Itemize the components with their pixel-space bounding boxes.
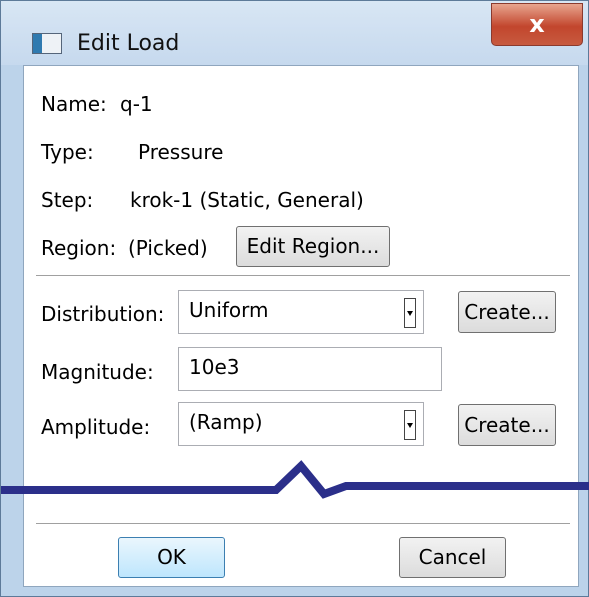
name-label: Name: — [41, 92, 107, 116]
edit-region-button[interactable]: Edit Region... — [236, 226, 390, 267]
close-button[interactable]: x — [491, 3, 583, 46]
amplitude-select[interactable]: (Ramp) — [178, 402, 424, 446]
amplitude-value: (Ramp) — [189, 410, 263, 434]
window-title: Edit Load — [77, 31, 180, 56]
region-label: Region: — [41, 236, 117, 260]
buttons-separator — [36, 523, 570, 524]
type-value: Pressure — [138, 140, 224, 164]
info-separator — [36, 275, 570, 276]
distribution-select[interactable]: Uniform — [178, 290, 424, 334]
amplitude-create-button[interactable]: Create... — [458, 404, 556, 446]
edit-load-dialog: Edit Load x Name: q-1 Type: Pressure Ste… — [0, 0, 589, 597]
step-label: Step: — [41, 188, 94, 212]
step-value: krok-1 (Static, General) — [130, 188, 364, 212]
magnitude-input[interactable]: 10e3 — [178, 347, 442, 391]
type-label: Type: — [41, 140, 94, 164]
distribution-label: Distribution: — [41, 302, 165, 326]
distribution-value: Uniform — [189, 298, 269, 322]
magnitude-value: 10e3 — [189, 355, 240, 379]
cancel-button[interactable]: Cancel — [399, 537, 506, 578]
amplitude-dropdown-arrow-icon[interactable] — [404, 410, 416, 440]
magnitude-label: Magnitude: — [41, 360, 154, 384]
ok-button[interactable]: OK — [118, 537, 225, 578]
app-window-icon — [32, 33, 62, 54]
region-value: (Picked) — [128, 236, 208, 260]
distribution-create-button[interactable]: Create... — [458, 291, 556, 333]
title-bar[interactable]: Edit Load x — [1, 1, 588, 65]
distribution-dropdown-arrow-icon[interactable] — [404, 298, 416, 328]
break-line-marker — [1, 460, 589, 499]
name-value: q-1 — [120, 92, 153, 116]
amplitude-label: Amplitude: — [41, 415, 151, 439]
